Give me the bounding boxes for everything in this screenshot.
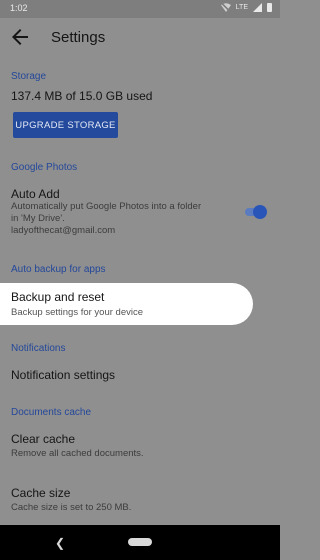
nav-back-icon[interactable]: ❮: [55, 536, 65, 550]
nav-home-pill[interactable]: [128, 538, 152, 546]
clear-cache-title: Clear cache: [11, 432, 76, 446]
status-time: 1:02: [10, 3, 28, 13]
account-email: ladyofthecat@gmail.com: [11, 225, 116, 236]
status-bar: 1:02 LTE: [0, 0, 280, 18]
cache-size-title: Cache size: [11, 486, 71, 500]
status-icons: LTE: [220, 3, 272, 12]
section-header-documents-cache: Documents cache: [11, 407, 92, 418]
auto-add-toggle[interactable]: [243, 205, 267, 219]
section-header-google-photos: Google Photos: [11, 162, 78, 173]
section-header-auto-backup: Auto backup for apps: [11, 264, 106, 275]
signal-icon: [253, 3, 262, 12]
toggle-thumb: [253, 205, 267, 219]
auto-add-summary-line2: in 'My Drive'.: [11, 213, 65, 224]
battery-icon: [267, 3, 272, 12]
storage-usage: 137.4 MB of 15.0 GB used: [11, 89, 153, 103]
navigation-bar: ❮: [0, 525, 280, 560]
backup-and-reset-item[interactable]: Backup and reset Backup settings for you…: [0, 283, 253, 325]
clear-cache-summary: Remove all cached documents.: [11, 448, 144, 459]
notification-settings-title: Notification settings: [11, 368, 116, 382]
app-bar: Settings: [0, 18, 280, 58]
upgrade-storage-button[interactable]: UPGRADE STORAGE: [13, 112, 118, 138]
page-title: Settings: [51, 29, 106, 46]
section-header-storage: Storage: [11, 71, 47, 82]
auto-add-title: Auto Add: [11, 187, 60, 201]
back-arrow-icon[interactable]: [8, 25, 32, 49]
wifi-off-icon: [220, 3, 231, 12]
network-label: LTE: [235, 4, 248, 11]
backup-title: Backup and reset: [11, 290, 105, 304]
section-header-notifications: Notifications: [11, 343, 66, 354]
auto-add-summary-line1: Automatically put Google Photos into a f…: [11, 201, 202, 212]
backup-summary: Backup settings for your device: [11, 307, 144, 318]
cache-size-summary: Cache size is set to 250 MB.: [11, 502, 132, 513]
